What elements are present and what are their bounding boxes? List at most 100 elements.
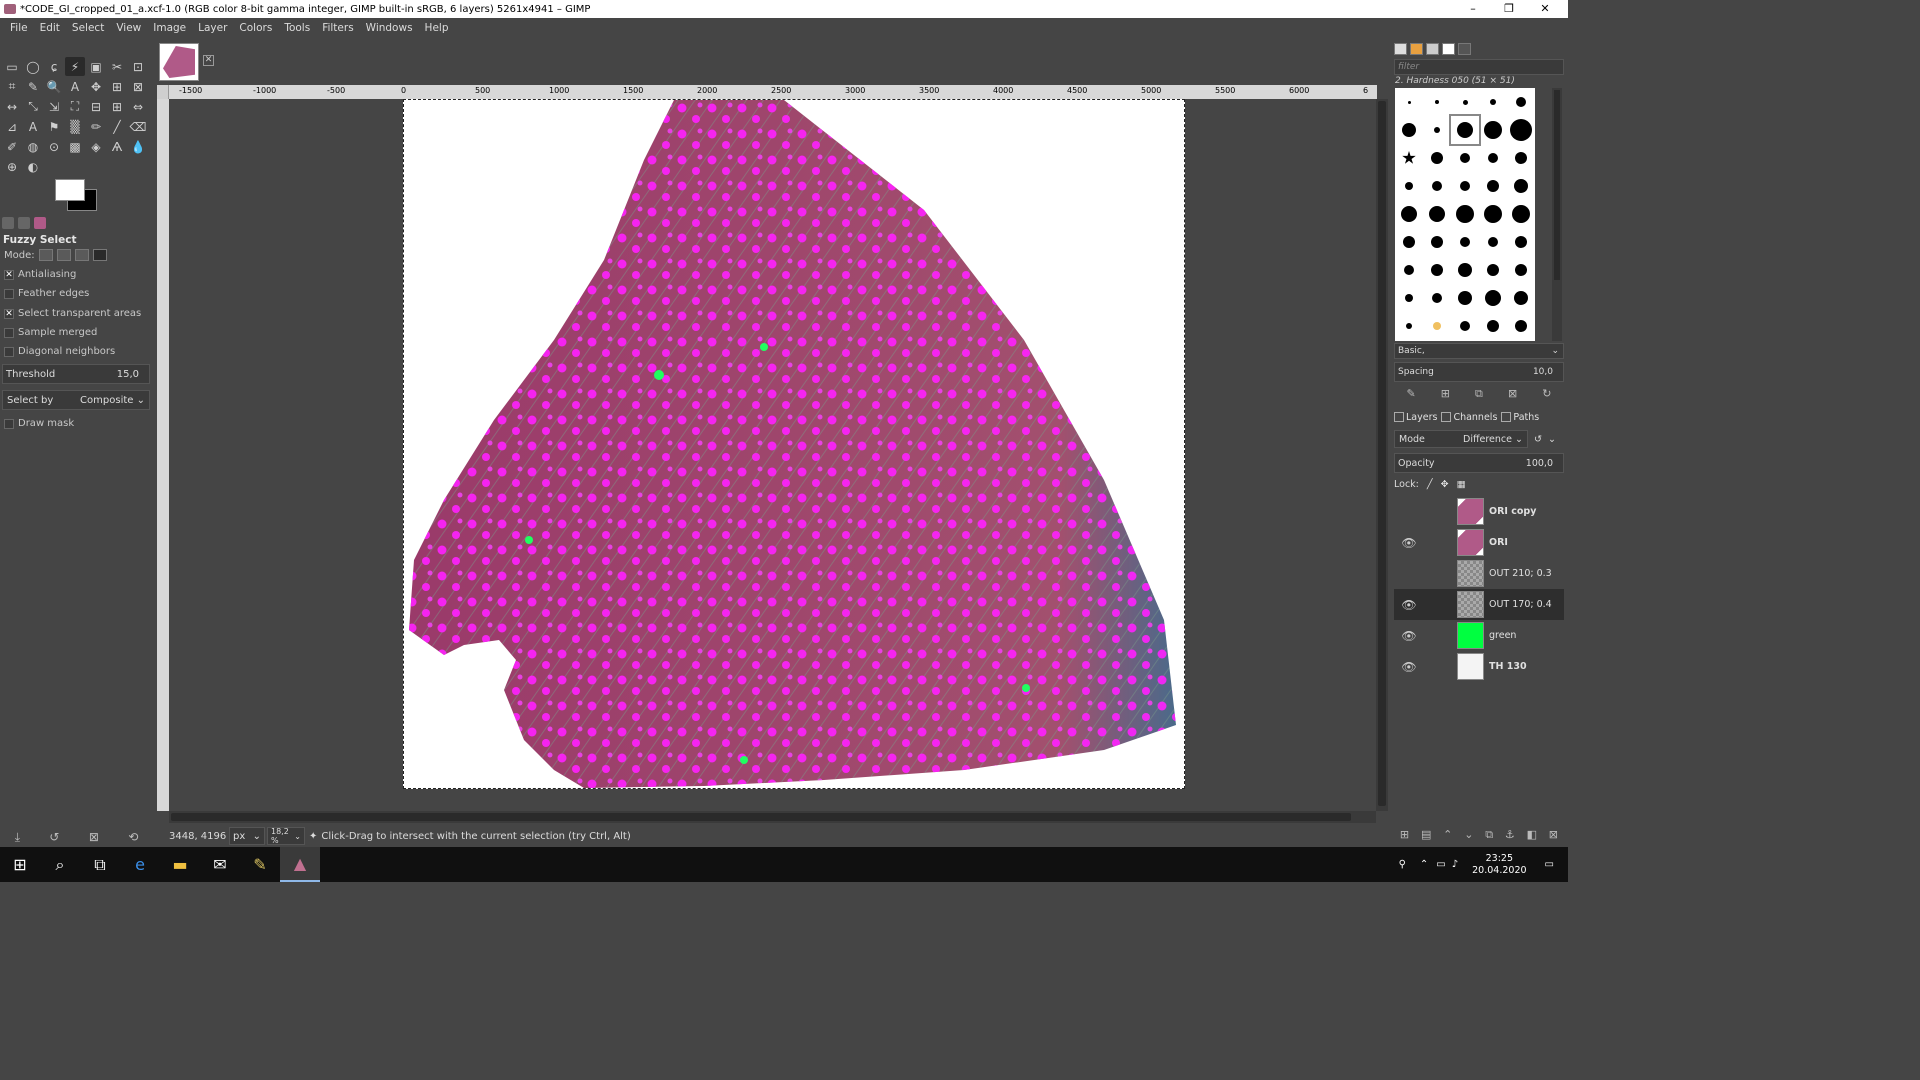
sample-merged-option[interactable]: Sample merged (4, 327, 97, 338)
search-icon[interactable]: ⌕ (40, 847, 80, 882)
file-explorer-icon[interactable]: ▬ (160, 847, 200, 882)
brush-preset[interactable] (1507, 200, 1535, 228)
brush-preset[interactable] (1395, 228, 1423, 256)
brush-filter-input[interactable]: filter (1394, 59, 1564, 75)
tab-paths[interactable]: Paths (1501, 412, 1543, 423)
tool-button[interactable]: ⤡ (23, 97, 43, 116)
undo-tab-icon[interactable] (1458, 43, 1471, 55)
brush-set-dropdown[interactable]: Basic, ⌄ (1394, 343, 1564, 359)
tool-button[interactable]: ✂ (107, 57, 127, 76)
unit-selector[interactable]: px ⌄ (229, 827, 265, 845)
brush-preset[interactable] (1451, 284, 1479, 312)
tool-button[interactable]: ⛶ (65, 97, 85, 116)
refresh-brushes-icon[interactable]: ↻ (1542, 387, 1551, 403)
menu-filters[interactable]: Filters (316, 18, 359, 39)
diagonal-neighbors-option[interactable]: Diagonal neighbors (4, 346, 115, 357)
select-transparent-option[interactable]: ✕ Select transparent areas (4, 308, 141, 319)
layer-thumbnail[interactable] (1457, 498, 1484, 525)
layer-row[interactable]: 👁 ORI (1394, 527, 1564, 558)
spacing-spin[interactable]: Spacing 10,0 (1394, 362, 1564, 382)
sample-merged-checkbox[interactable] (4, 327, 14, 338)
menu-view[interactable]: View (110, 18, 147, 39)
layer-thumbnail[interactable] (1457, 622, 1484, 649)
chevron-up-icon[interactable]: ⌃ (1420, 859, 1428, 870)
mode-add-button[interactable] (56, 249, 71, 261)
tool-button[interactable]: ⊙ (44, 137, 64, 156)
brushes-tab-icon[interactable] (1394, 43, 1407, 55)
device-status-tab-icon[interactable] (18, 217, 30, 229)
brush-preset[interactable] (1451, 144, 1479, 172)
tool-button[interactable]: ↔ (2, 97, 22, 116)
brush-preset[interactable] (1479, 200, 1507, 228)
brush-preset[interactable] (1479, 228, 1507, 256)
brush-preset[interactable] (1479, 284, 1507, 312)
brush-preset[interactable] (1423, 284, 1451, 312)
tool-button[interactable]: ⊡ (128, 57, 148, 76)
eye-icon[interactable] (1396, 505, 1422, 519)
brush-preset[interactable] (1395, 116, 1423, 144)
brush-preset[interactable] (1423, 88, 1451, 116)
brush-preset[interactable] (1449, 114, 1481, 146)
pen-app-icon[interactable]: ✎ (240, 847, 280, 882)
menu-edit[interactable]: Edit (34, 18, 66, 39)
tool-button[interactable]: ✏ (86, 117, 106, 136)
layer-row[interactable]: OUT 210; 0.3 (1394, 558, 1564, 589)
task-view-icon[interactable]: ⧉ (80, 847, 120, 882)
vertical-scrollbar[interactable] (1376, 99, 1388, 811)
brush-preset[interactable] (1451, 172, 1479, 200)
brush-preset[interactable] (1423, 116, 1451, 144)
tool-button[interactable]: ⊞ (107, 97, 127, 116)
documents-tab-icon[interactable] (1442, 43, 1455, 55)
foreground-color-swatch[interactable] (55, 179, 85, 201)
duplicate-brush-icon[interactable]: ⧉ (1475, 387, 1483, 403)
brush-preset[interactable] (1423, 228, 1451, 256)
antialiasing-checkbox[interactable]: ✕ (4, 269, 14, 280)
mail-icon[interactable]: ✉ (200, 847, 240, 882)
tool-button[interactable]: 💧 (128, 137, 148, 156)
brush-preset[interactable] (1395, 172, 1423, 200)
restore-options-icon[interactable]: ↺ (49, 830, 59, 844)
eye-icon[interactable]: 👁 (1396, 629, 1422, 643)
layer-name[interactable]: OUT 170; 0.4 (1489, 599, 1552, 610)
menu-tools[interactable]: Tools (278, 18, 316, 39)
layer-name[interactable]: green (1489, 630, 1516, 641)
menu-select[interactable]: Select (66, 18, 110, 39)
layer-name[interactable]: ORI copy (1489, 506, 1536, 517)
layer-row[interactable]: 👁 green (1394, 620, 1564, 651)
tool-button[interactable]: ▭ (2, 57, 22, 76)
brush-preset[interactable] (1507, 284, 1535, 312)
brush-preset[interactable] (1479, 88, 1507, 116)
lower-layer-icon[interactable]: ⌄ (1464, 828, 1473, 844)
close-button[interactable]: ✕ (1528, 0, 1562, 18)
tool-button[interactable]: 🔍 (44, 77, 64, 96)
anchor-layer-icon[interactable]: ⚓ (1505, 828, 1515, 844)
tool-button[interactable]: ✥ (86, 77, 106, 96)
new-layer-icon[interactable]: ⊞ (1400, 828, 1409, 844)
patterns-tab-icon[interactable] (1410, 43, 1423, 55)
menu-file[interactable]: File (4, 18, 34, 39)
tool-button[interactable]: A (23, 117, 43, 136)
image-canvas[interactable] (403, 99, 1185, 789)
select-by-value[interactable]: Composite (80, 395, 133, 406)
lock-position-icon[interactable]: ✥ (1441, 479, 1449, 490)
brush-preset[interactable] (1423, 200, 1451, 228)
brush-preset[interactable] (1507, 172, 1535, 200)
threshold-spin[interactable]: Threshold 15,0 (2, 364, 150, 384)
new-layer-group-icon[interactable]: ▤ (1421, 828, 1431, 844)
tab-channels[interactable]: Channels (1441, 412, 1501, 423)
brush-preset[interactable] (1451, 88, 1479, 116)
tool-button[interactable]: ▒ (65, 117, 85, 136)
tool-button[interactable]: ⇔ (128, 97, 148, 116)
tool-button[interactable]: ╱ (107, 117, 127, 136)
brush-preset[interactable] (1395, 284, 1423, 312)
brush-preset[interactable] (1423, 144, 1451, 172)
layer-mode-dropdown[interactable]: Mode Difference ⌄ (1394, 430, 1528, 448)
opacity-spin[interactable]: Opacity 100,0 (1394, 453, 1564, 473)
image-tab-thumbnail[interactable] (159, 43, 199, 81)
lock-pixels-icon[interactable]: ╱ (1427, 479, 1433, 490)
delete-options-icon[interactable]: ⊠ (89, 830, 99, 844)
gimp-taskbar-icon[interactable]: ▲ (280, 847, 320, 882)
brush-preset[interactable] (1395, 256, 1423, 284)
brush-preset[interactable] (1507, 88, 1535, 116)
brush-preset[interactable] (1507, 256, 1535, 284)
